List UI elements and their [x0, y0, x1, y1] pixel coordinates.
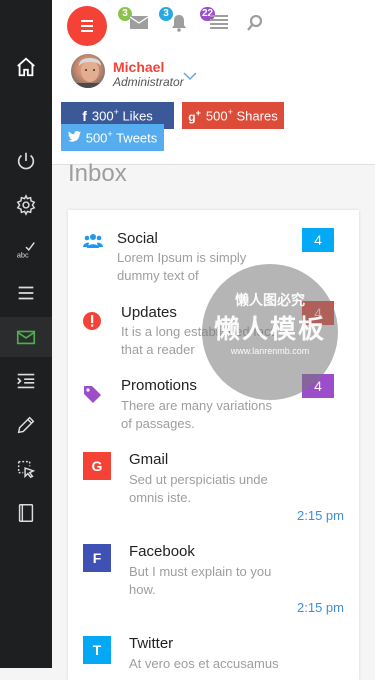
tweets-count: 500	[85, 130, 108, 146]
message-facebook[interactable]: F Facebook But I must explain to you how…	[68, 542, 359, 624]
tweets-plus: +	[107, 129, 113, 140]
list-icon[interactable]	[210, 14, 228, 35]
home-icon[interactable]	[0, 47, 52, 87]
message-sender: Twitter	[129, 635, 174, 652]
users-icon	[83, 231, 103, 251]
power-icon[interactable]	[0, 141, 52, 181]
twitter-icon	[67, 130, 81, 145]
spellcheck-icon[interactable]: abc	[0, 229, 52, 269]
tag-icon	[82, 384, 102, 404]
message-sender: Facebook	[129, 543, 195, 560]
category-promotions[interactable]: Promotions There are many variations of …	[68, 374, 359, 446]
facebook-icon: f	[82, 107, 87, 124]
google-plus-icon: g+	[188, 107, 201, 124]
shares-count: 500	[205, 108, 228, 124]
sender-avatar: F	[83, 544, 111, 572]
message-preview: But I must explain to you how.	[129, 564, 272, 597]
message-time: 2:15 pm	[297, 600, 344, 615]
category-title: Social	[117, 230, 158, 247]
message-gmail[interactable]: G Gmail Sed ut perspiciatis unde omnis i…	[68, 450, 359, 532]
shares-plus: +	[227, 107, 233, 118]
sidebar: abc	[0, 0, 52, 668]
likes-count: 300	[91, 108, 114, 124]
envelope-icon[interactable]	[129, 14, 149, 35]
hamburger-menu-button[interactable]	[67, 6, 107, 46]
menu-icon[interactable]	[0, 273, 52, 313]
user-role: Administrator	[113, 75, 184, 89]
user-avatar[interactable]	[69, 52, 107, 90]
chevron-down-icon[interactable]	[183, 68, 197, 86]
category-title: Promotions	[121, 377, 197, 394]
watermark-url: www.lanrenmb.com	[230, 346, 310, 356]
likes-plus: +	[113, 107, 119, 118]
book-icon[interactable]	[0, 493, 52, 533]
mail-icon[interactable]	[0, 317, 52, 357]
page-title: Inbox	[68, 160, 127, 187]
category-preview: There are many variations of passages.	[121, 398, 273, 431]
message-sender: Gmail	[129, 451, 169, 468]
sender-avatar: G	[83, 452, 111, 480]
message-time: 2:15 pm	[297, 508, 344, 523]
category-title: Updates	[121, 304, 177, 321]
svg-text:abc: abc	[17, 250, 29, 259]
watermark-line2: 懒人模板	[213, 314, 326, 344]
gear-icon[interactable]	[0, 185, 52, 225]
tweets-label: Tweets	[116, 130, 158, 146]
user-name[interactable]: Michael	[113, 59, 164, 75]
likes-label: Likes	[122, 108, 153, 124]
top-bar: 3 3 22 Michael Administrator f 300+ Like…	[52, 0, 375, 165]
twitter-tweets-button[interactable]: 500+ Tweets	[61, 124, 164, 151]
message-preview: Sed ut perspiciatis unde omnis iste.	[129, 472, 268, 505]
message-preview: At vero eos et accusamus	[129, 656, 279, 671]
alert-icon	[82, 311, 102, 331]
message-twitter[interactable]: T Twitter At vero eos et accusamus	[68, 634, 359, 680]
sender-avatar: T	[83, 636, 111, 664]
pencil-icon[interactable]	[0, 405, 52, 445]
watermark-logo: 懒人图必究 懒人模板 www.lanrenmb.com	[202, 264, 338, 400]
cursor-select-icon[interactable]	[0, 449, 52, 489]
shares-label: Shares	[236, 108, 278, 124]
google-plus-shares-button[interactable]: g+ 500+ Shares	[182, 102, 284, 129]
indent-icon[interactable]	[0, 361, 52, 401]
bell-icon[interactable]	[170, 14, 188, 37]
category-count-badge: 4	[302, 228, 334, 252]
watermark-line1: 懒人图必究	[235, 292, 305, 308]
search-icon[interactable]	[246, 14, 264, 37]
